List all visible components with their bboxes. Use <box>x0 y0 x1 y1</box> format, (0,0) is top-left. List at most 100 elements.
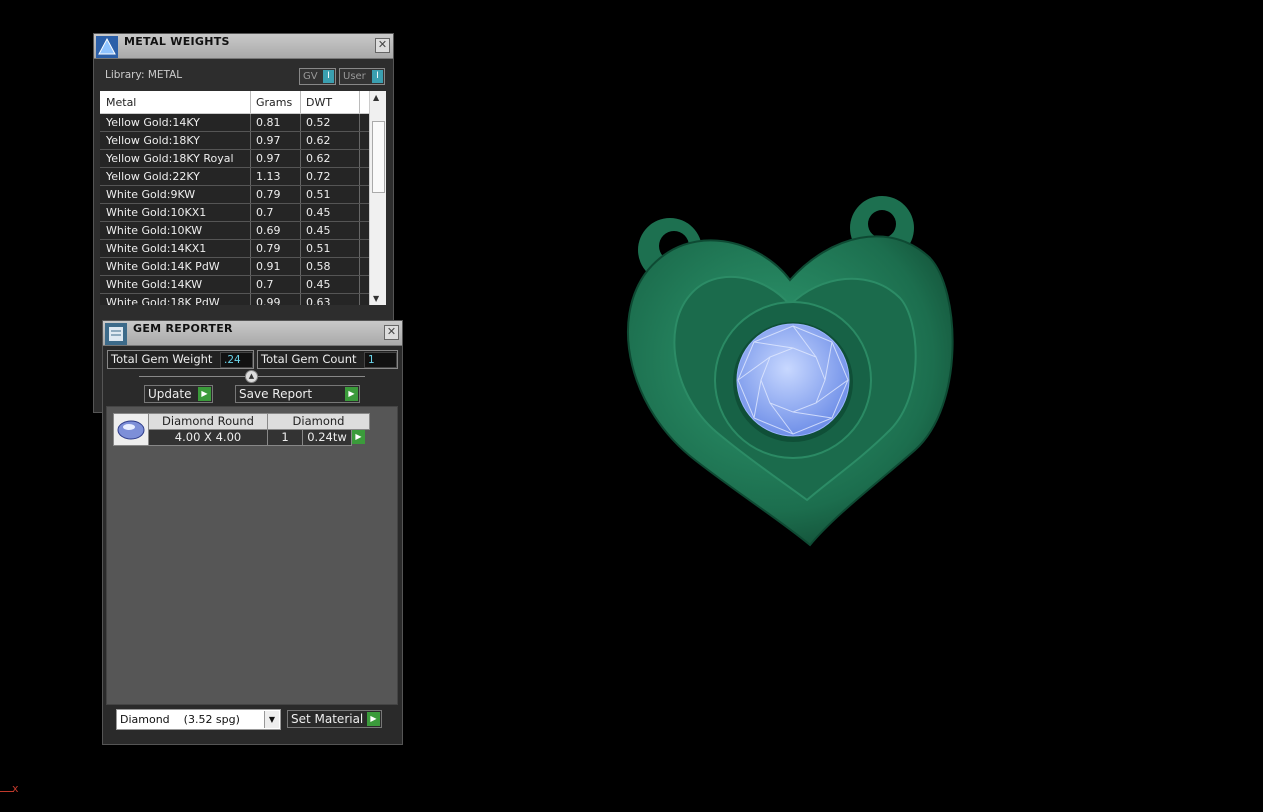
dwt-cell: 0.52 <box>306 116 331 129</box>
user-toggle-switch[interactable]: I <box>372 70 383 83</box>
gem-list: Diamond Round Diamond 4.00 X 4.00 1 0.24… <box>106 406 398 705</box>
table-scrollbar[interactable]: ▲ ▼ <box>369 91 386 305</box>
chevron-down-icon[interactable]: ▼ <box>264 711 279 728</box>
dwt-cell: 0.45 <box>306 206 331 219</box>
update-button-label: Update <box>148 387 192 401</box>
grams-cell: 0.7 <box>256 278 274 291</box>
table-row[interactable]: White Gold:9KW 0.79 0.51 <box>100 186 370 204</box>
grams-cell: 0.79 <box>256 188 281 201</box>
gem-reporter-titlebar[interactable]: GEM REPORTER ✕ <box>103 321 402 346</box>
gv-toggle-switch[interactable]: I <box>323 70 334 83</box>
close-icon[interactable]: ✕ <box>384 325 399 340</box>
scroll-up-icon[interactable]: ▲ <box>373 93 379 102</box>
metal-name-cell: White Gold:14K PdW <box>106 260 220 273</box>
table-row[interactable]: White Gold:10KX1 0.7 0.45 <box>100 204 370 222</box>
table-row[interactable]: Yellow Gold:18KY 0.97 0.62 <box>100 132 370 150</box>
save-report-button[interactable]: Save Report ▶ <box>235 385 360 403</box>
table-row[interactable]: White Gold:10KW 0.69 0.45 <box>100 222 370 240</box>
total-gem-weight-value: .24 <box>220 352 253 368</box>
dwt-cell: 0.62 <box>306 152 331 165</box>
gem-details-arrow-icon[interactable]: ▶ <box>352 430 365 444</box>
round-diamond-icon <box>113 413 149 446</box>
total-gem-count-label: Total Gem Count <box>261 352 357 366</box>
grams-cell: 1.13 <box>256 170 281 183</box>
dwt-cell: 0.63 <box>306 296 331 305</box>
metal-weights-titlebar[interactable]: METAL WEIGHTS ✕ <box>94 34 393 59</box>
play-arrow-icon: ▶ <box>345 387 358 401</box>
table-row[interactable]: Yellow Gold:14KY 0.81 0.52 <box>100 114 370 132</box>
total-gem-count-value: 1 <box>364 352 397 368</box>
metal-name-cell: Yellow Gold:22KY <box>106 170 200 183</box>
gem-reporter-panel: GEM REPORTER ✕ Total Gem Weight .24 Tota… <box>102 320 403 745</box>
grams-cell: 0.81 <box>256 116 281 129</box>
dwt-cell: 0.72 <box>306 170 331 183</box>
metal-name-cell: White Gold:14KX1 <box>106 242 207 255</box>
table-row[interactable]: White Gold:14K PdW 0.91 0.58 <box>100 258 370 276</box>
dwt-cell: 0.51 <box>306 188 331 201</box>
metal-name-cell: White Gold:10KW <box>106 224 203 237</box>
metal-weights-table: Metal Grams DWT Yellow Gold:14KY 0.81 0.52… <box>100 91 386 305</box>
play-arrow-icon: ▶ <box>367 712 380 726</box>
set-material-button[interactable]: Set Material ▶ <box>287 710 382 728</box>
total-gem-count-field: Total Gem Count 1 <box>257 350 398 369</box>
table-header: Metal Grams DWT <box>100 91 370 114</box>
total-gem-weight-label: Total Gem Weight <box>111 352 213 366</box>
grams-cell: 0.69 <box>256 224 281 237</box>
gv-toggle[interactable]: GV I <box>299 68 336 85</box>
metal-name-cell: White Gold:18K PdW <box>106 296 220 305</box>
grams-cell: 0.79 <box>256 242 281 255</box>
user-toggle-label: User <box>343 71 366 82</box>
panel-title: GEM REPORTER <box>133 322 233 335</box>
table-row[interactable]: Yellow Gold:18KY Royal 0.97 0.62 <box>100 150 370 168</box>
column-header-metal[interactable]: Metal <box>106 96 136 109</box>
collapse-chevron-icon[interactable]: ▲ <box>245 370 258 383</box>
scroll-thumb[interactable] <box>372 121 385 193</box>
metal-name-cell: Yellow Gold:14KY <box>106 116 200 129</box>
table-row[interactable]: White Gold:14KX1 0.79 0.51 <box>100 240 370 258</box>
metal-library-icon <box>96 36 118 58</box>
metal-name-cell: White Gold:10KX1 <box>106 206 207 219</box>
total-gem-weight-field: Total Gem Weight .24 <box>107 350 254 369</box>
metal-name-cell: White Gold:14KW <box>106 278 203 291</box>
grams-cell: 0.97 <box>256 134 281 147</box>
gem-cut-header: Diamond Round <box>148 413 268 430</box>
material-select[interactable]: Diamond (3.52 spg) ▼ <box>116 709 281 730</box>
axis-x-indicator: x <box>12 782 19 795</box>
gem-count: 1 <box>267 429 303 446</box>
table-body: Yellow Gold:14KY 0.81 0.52 Yellow Gold:18KY… <box>100 114 370 305</box>
pendant-render <box>627 196 954 547</box>
dwt-cell: 0.62 <box>306 134 331 147</box>
gem-report-icon <box>105 323 127 345</box>
axis-x-line <box>0 791 14 792</box>
grams-cell: 0.99 <box>256 296 281 305</box>
material-select-value: Diamond (3.52 spg) <box>120 713 240 726</box>
update-button[interactable]: Update ▶ <box>144 385 213 403</box>
grams-cell: 0.7 <box>256 206 274 219</box>
set-material-button-label: Set Material <box>291 712 364 726</box>
dwt-cell: 0.45 <box>306 224 331 237</box>
scroll-down-icon[interactable]: ▼ <box>373 294 379 303</box>
gem-list-item[interactable]: Diamond Round Diamond 4.00 X 4.00 1 0.24… <box>113 413 371 446</box>
diamond-gem <box>736 323 850 437</box>
panel-title: METAL WEIGHTS <box>124 35 230 48</box>
column-header-grams[interactable]: Grams <box>256 96 292 109</box>
dwt-cell: 0.51 <box>306 242 331 255</box>
table-row[interactable]: White Gold:14KW 0.7 0.45 <box>100 276 370 294</box>
table-row[interactable]: Yellow Gold:22KY 1.13 0.72 <box>100 168 370 186</box>
close-icon[interactable]: ✕ <box>375 38 390 53</box>
metal-name-cell: White Gold:9KW <box>106 188 196 201</box>
user-toggle[interactable]: User I <box>339 68 385 85</box>
dwt-cell: 0.58 <box>306 260 331 273</box>
grams-cell: 0.91 <box>256 260 281 273</box>
dwt-cell: 0.45 <box>306 278 331 291</box>
gem-weight: 0.24tw <box>302 429 352 446</box>
gem-material-header: Diamond <box>267 413 370 430</box>
grams-cell: 0.97 <box>256 152 281 165</box>
metal-name-cell: Yellow Gold:18KY Royal <box>106 152 234 165</box>
library-label: Library: METAL <box>105 69 183 81</box>
metal-name-cell: Yellow Gold:18KY <box>106 134 200 147</box>
save-report-button-label: Save Report <box>239 387 313 401</box>
axis-x-label: x <box>12 782 19 795</box>
column-header-dwt[interactable]: DWT <box>306 96 332 109</box>
table-row[interactable]: White Gold:18K PdW 0.99 0.63 <box>100 294 370 305</box>
